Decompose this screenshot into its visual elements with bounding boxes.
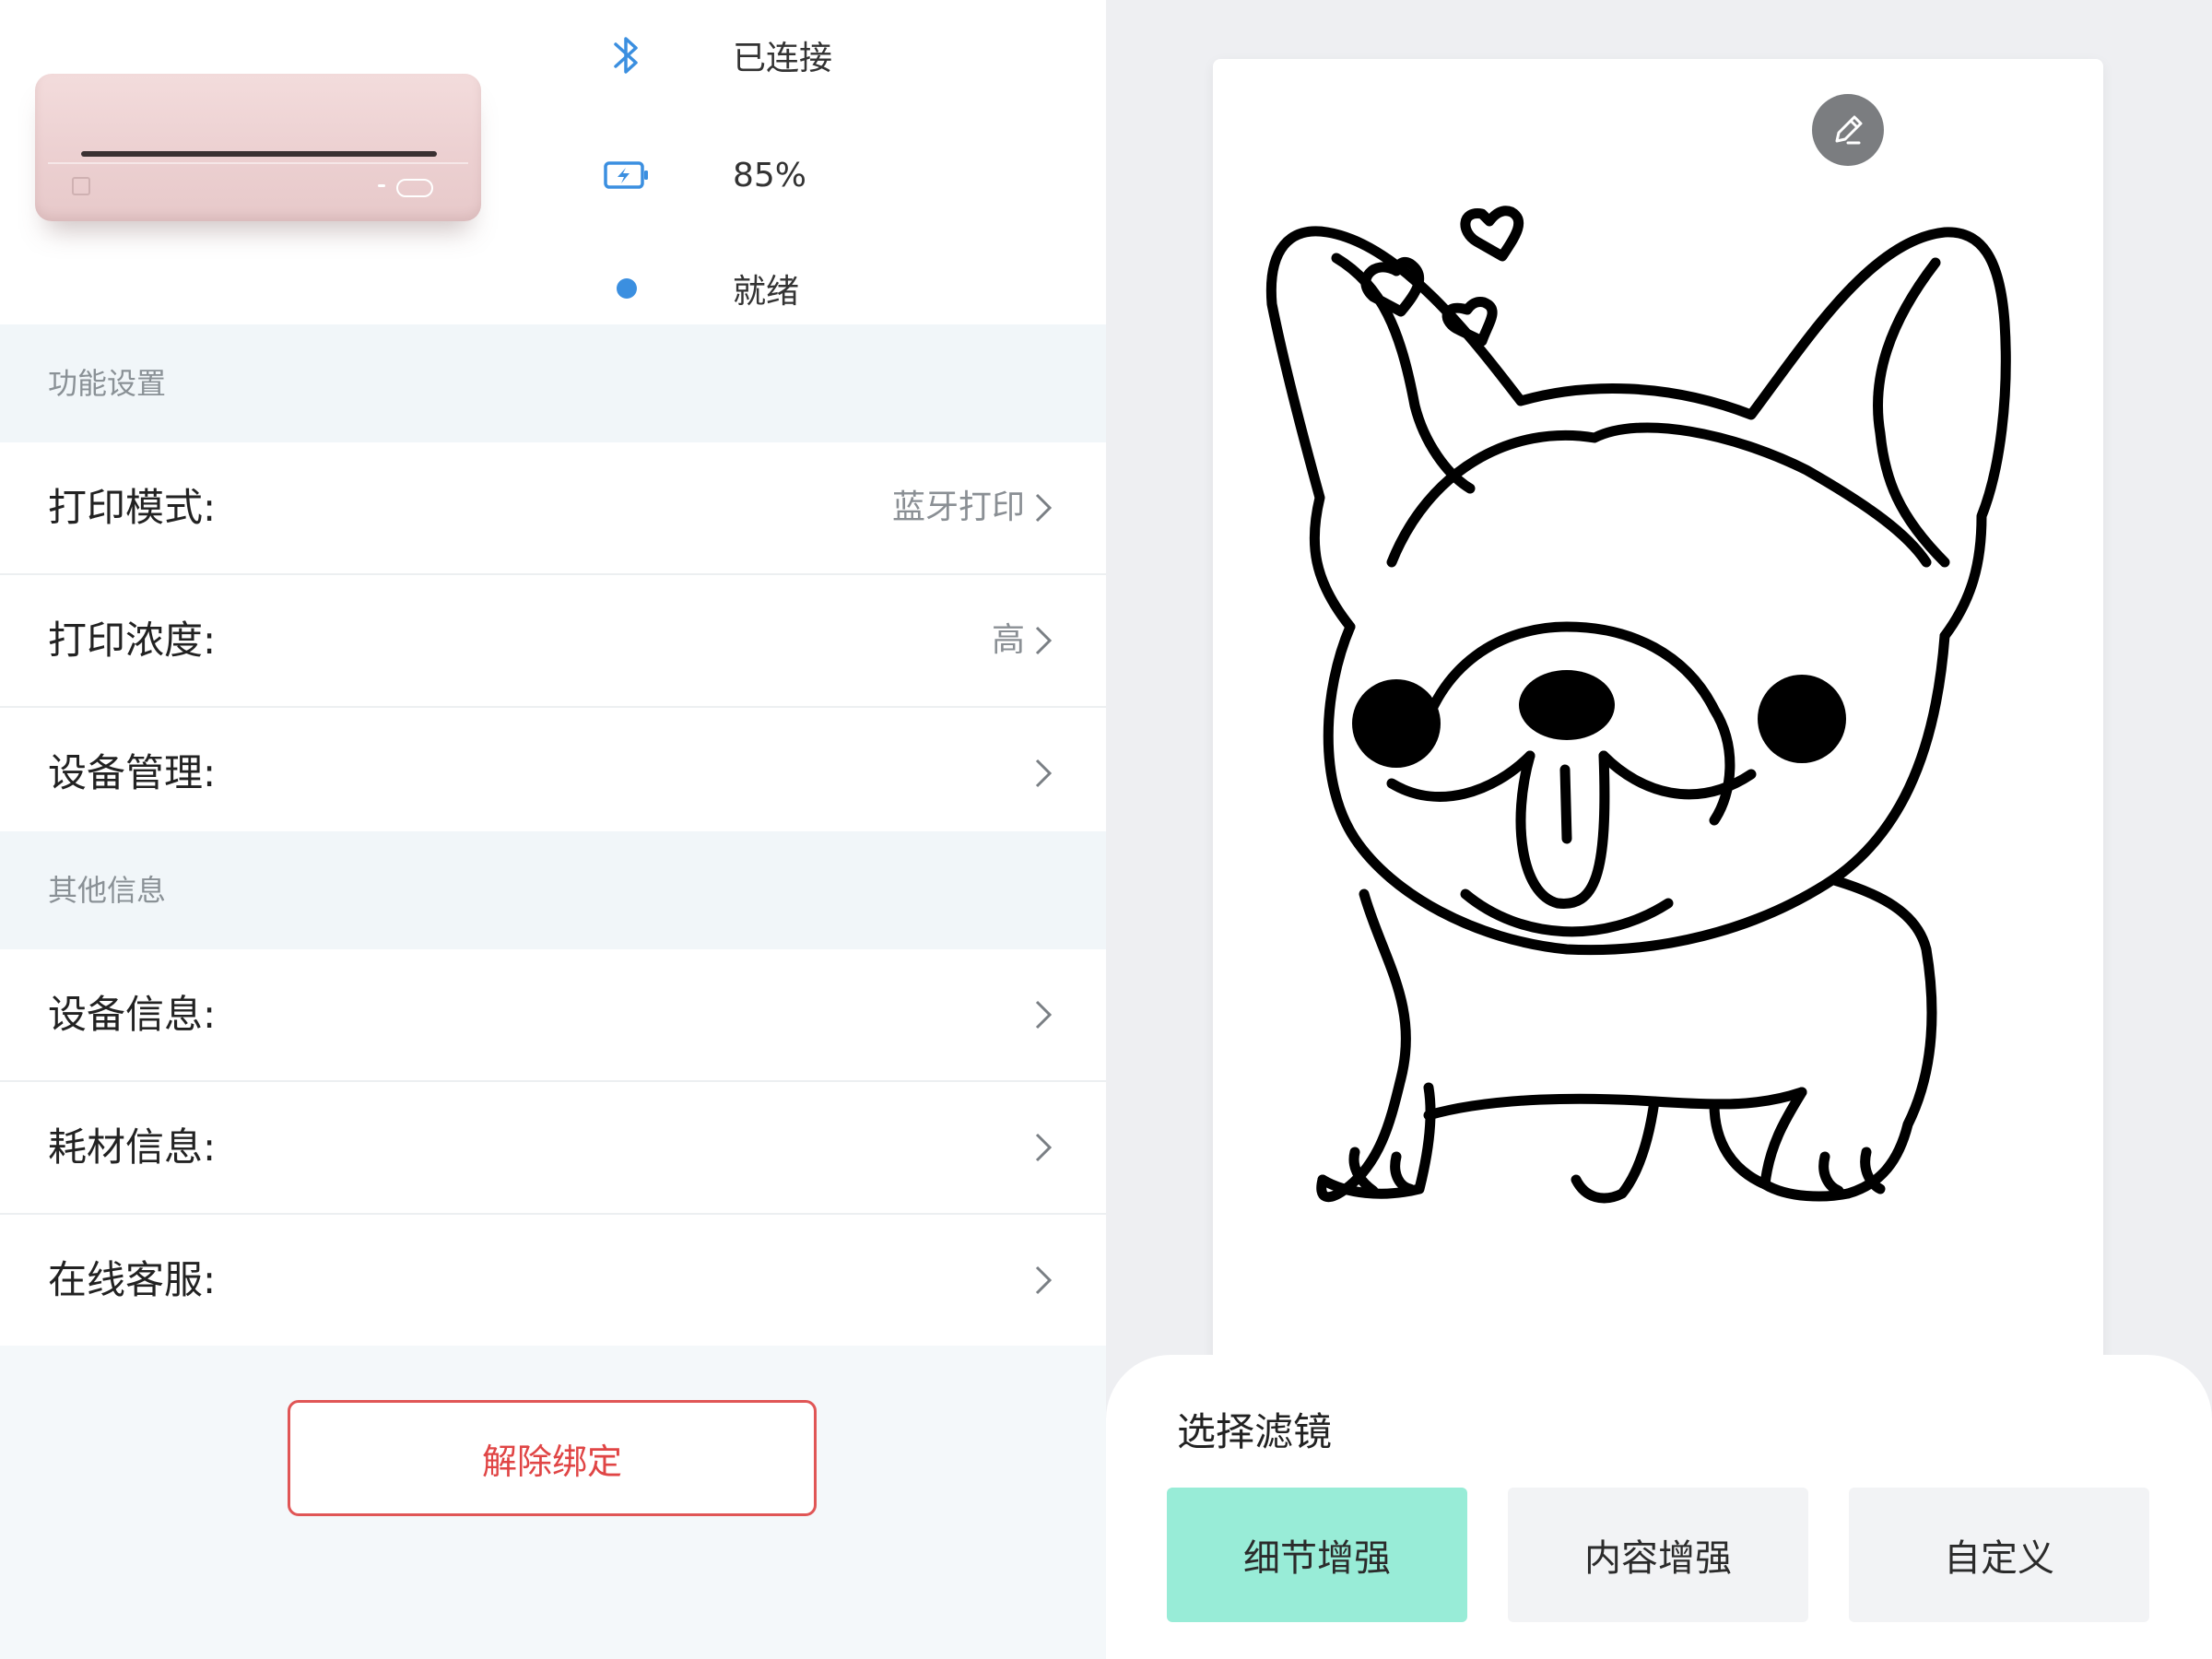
printer-edge (48, 162, 468, 164)
left-eye (1352, 679, 1441, 768)
list-item-online-support[interactable]: 在线客服: (0, 1215, 1106, 1346)
toe-line (1860, 1147, 1886, 1194)
toe-line (1390, 1151, 1416, 1194)
section-title: 其他信息 (48, 873, 167, 908)
printer-led (378, 184, 385, 187)
section-header-other-info: 其他信息 (0, 831, 1106, 949)
tongue-line (1559, 764, 1572, 844)
printer-power-button (396, 179, 433, 197)
list-item-device-info[interactable]: 设备信息: (0, 949, 1106, 1082)
item-value: 蓝牙打印 (891, 488, 1025, 526)
toe-line (1818, 1151, 1844, 1196)
filter-title: 选择滤镜 (1177, 1409, 1333, 1454)
nose (1519, 670, 1615, 740)
head-outline (1265, 226, 2011, 641)
list-item-print-mode[interactable]: 打印模式: 蓝牙打印 (0, 442, 1106, 575)
device-settings-panel: 已连接 85% 就绪 功能设置 打印模式: 蓝牙打印 打印浓度: 高 设备管理:… (0, 0, 1106, 1659)
chevron-right-icon (1035, 1265, 1053, 1295)
item-value: 高 (991, 621, 1025, 659)
item-label: 设备管理: (48, 750, 217, 795)
list-item-device-management[interactable]: 设备管理: (0, 708, 1106, 839)
other-info-list: 设备信息: 耗材信息: 在线客服: (0, 949, 1106, 1346)
item-label: 在线客服: (48, 1257, 217, 1302)
back-leg-left (1571, 1096, 1660, 1204)
printer-image (35, 74, 481, 221)
device-state-row: 就绪 (599, 261, 799, 316)
device-state-text: 就绪 (733, 273, 800, 311)
left-leg (1316, 888, 1411, 1203)
battery-status-row: 85% (599, 147, 806, 203)
connection-status-text: 已连接 (733, 40, 833, 77)
status-dot-icon (599, 261, 654, 316)
filter-option-content-enhance[interactable]: 内容增强 (1508, 1488, 1808, 1622)
unbind-button[interactable]: 解除绑定 (288, 1400, 817, 1516)
chevron-right-icon (1035, 1000, 1053, 1030)
item-label: 打印模式: (48, 485, 217, 530)
right-eye (1758, 675, 1846, 763)
chevron-right-icon (1035, 1133, 1053, 1162)
belly-line (1423, 1087, 1807, 1121)
left-paw (1317, 1082, 1436, 1199)
bluetooth-icon (599, 28, 654, 83)
printer-paper-slot (81, 151, 437, 157)
pencil-icon (1835, 115, 1863, 145)
filter-option-detail-enhance[interactable]: 细节增强 (1167, 1488, 1467, 1622)
chevron-right-icon (1035, 759, 1053, 788)
filter-option-custom[interactable]: 自定义 (1849, 1488, 2149, 1622)
connection-status-row: 已连接 (599, 28, 832, 83)
item-label: 打印浓度: (48, 618, 217, 663)
device-header: 已连接 85% 就绪 (0, 0, 1106, 324)
chevron-right-icon (1035, 626, 1053, 655)
function-settings-list: 打印模式: 蓝牙打印 打印浓度: 高 设备管理: (0, 442, 1106, 839)
edit-button[interactable] (1812, 94, 1884, 166)
left-inner-ear (1331, 253, 1476, 494)
right-leg (1829, 875, 1937, 1199)
right-paw (1759, 1087, 1853, 1202)
filter-selection-sheet: 选择滤镜 细节增强 内容增强 自定义 (1106, 1355, 2212, 1659)
bulldog-line-drawing (1265, 206, 2011, 1204)
printer-logo-mark (72, 177, 90, 195)
item-label: 设备信息: (48, 992, 217, 1037)
list-item-consumables-info[interactable]: 耗材信息: (0, 1082, 1106, 1215)
head-lower-outline (1323, 621, 1950, 956)
heart-shape (1460, 206, 1524, 262)
section-header-function-settings: 功能设置 (0, 324, 1106, 442)
back-leg-right (1709, 1099, 1771, 1190)
chevron-right-icon (1035, 493, 1053, 523)
list-item-print-density[interactable]: 打印浓度: 高 (0, 575, 1106, 708)
battery-charging-icon (599, 147, 654, 203)
section-title: 功能设置 (48, 366, 167, 401)
forehead-line (1386, 422, 1932, 568)
item-label: 耗材信息: (48, 1124, 217, 1170)
battery-level-text: 85% (733, 156, 807, 194)
